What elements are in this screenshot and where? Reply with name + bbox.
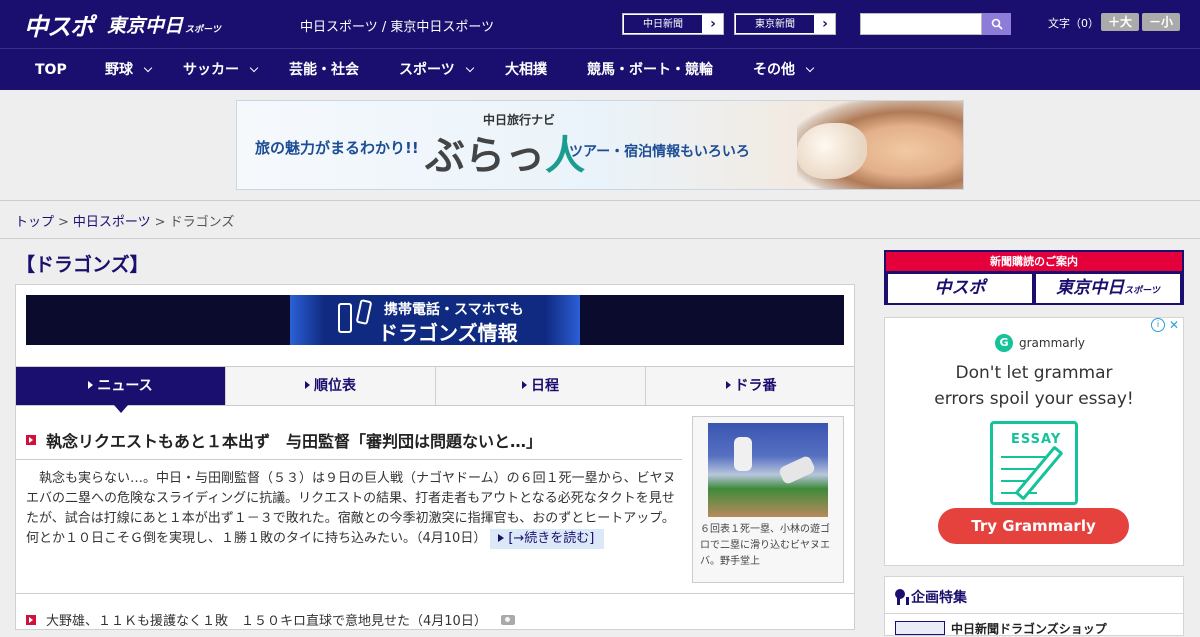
- tab-news[interactable]: ニュース: [16, 367, 226, 413]
- tokyo-shimbun-label: 東京新聞: [735, 14, 815, 34]
- shell-image: [797, 123, 867, 179]
- article-headline[interactable]: 執念リクエストもあと１本出ず 与田監督「審判団は問題ないと…」: [26, 428, 542, 452]
- read-more-link[interactable]: [→続きを読む]: [490, 529, 605, 549]
- divider: [16, 593, 854, 594]
- breadcrumb-top[interactable]: トップ: [15, 215, 54, 230]
- tokyo-shimbun-link[interactable]: 東京新聞 ›: [734, 13, 836, 35]
- page-title: 【ドラゴンズ】: [16, 254, 149, 276]
- article-link[interactable]: 大野雄、１１Ｋも援護なく１敗 １５０キロ直球で意地見せた（4月10日）: [26, 610, 515, 629]
- divider: [885, 613, 1183, 614]
- bullet-arrow-icon: [26, 435, 36, 445]
- banner-area: 旅の魅力がまるわかり!! 中日旅行ナビ ぶらっ人 ツアー・宿泊情報もいろいろ: [0, 90, 1200, 201]
- section-tabs: ニュース 順位表 日程 ドラ番: [16, 366, 856, 413]
- grammarly-icon: G: [995, 334, 1013, 352]
- font-size-label: 文字（0）: [1048, 17, 1099, 30]
- subscription-heading: 新聞購読のご案内: [886, 252, 1182, 271]
- chevron-right-icon: ›: [822, 16, 828, 32]
- grammarly-ad[interactable]: i ✕ G grammarly Don't let grammar errors…: [884, 317, 1184, 566]
- site-logo[interactable]: 中スポ 東京中日 スポーツ: [24, 8, 221, 41]
- banner-main-text: ぶらっ人: [425, 132, 585, 179]
- nav-item-other[interactable]: その他: [753, 49, 815, 91]
- search-button[interactable]: [982, 13, 1011, 35]
- photo-caption: ６回表１死一塁、小林の遊ゴロで二塁に滑り込むビヤヌエバ。野手堂上: [700, 524, 830, 567]
- nav-item-baseball[interactable]: 野球: [105, 49, 153, 91]
- breadcrumb-chunichi-sports[interactable]: 中日スポーツ: [73, 215, 151, 230]
- site-title: 中日スポーツ / 東京中日スポーツ: [300, 20, 495, 35]
- mobile-phone-icon: [355, 299, 373, 325]
- triangle-right-icon: [522, 381, 527, 389]
- chunichi-shimbun-label: 中日新聞: [623, 14, 703, 34]
- nav-item-sumo[interactable]: 大相撲: [505, 49, 547, 91]
- triangle-right-icon: [88, 381, 94, 389]
- tab-standings[interactable]: 順位表: [226, 367, 436, 405]
- search-icon: [991, 18, 1003, 30]
- main-nav: TOP 野球 サッカー 芸能・社会 スポーツ 大相撲 競馬・ボート・競輪 その他: [0, 48, 1200, 90]
- smartphone-icon: [338, 303, 352, 333]
- ad-info-icon[interactable]: i: [1151, 318, 1165, 332]
- font-larger-button[interactable]: ＋大: [1101, 13, 1139, 31]
- feature-heading: 企画特集: [895, 587, 967, 607]
- chunichi-shimbun-link[interactable]: 中日新聞 ›: [622, 13, 724, 35]
- banner-left-text: 旅の魅力がまるわかり!!: [255, 139, 419, 157]
- chevron-down-icon: [249, 63, 259, 73]
- travel-navi-banner[interactable]: 旅の魅力がまるわかり!! 中日旅行ナビ ぶらっ人 ツアー・宿泊情報もいろいろ: [236, 100, 964, 190]
- camera-icon: [500, 614, 515, 625]
- divider: [0, 238, 1200, 239]
- feature-section: 企画特集 中日新聞ドラゴンズショップ: [884, 576, 1184, 636]
- dragons-shop-thumbnail[interactable]: [895, 621, 945, 635]
- nav-item-top[interactable]: TOP: [35, 49, 67, 91]
- main-content: 携帯電話・スマホでも ドラゴンズ情報 ニュース 順位表 日程 ドラ番 執念リクエ…: [15, 284, 855, 630]
- chevron-down-icon: [465, 63, 474, 73]
- nav-item-racing[interactable]: 競馬・ボート・競輪: [587, 49, 713, 91]
- essay-document-icon: ESSAY: [990, 421, 1078, 505]
- triangle-right-icon: [725, 381, 731, 389]
- font-smaller-button[interactable]: －小: [1142, 13, 1180, 31]
- grammarly-logo: G grammarly: [995, 334, 1085, 352]
- nav-item-soccer[interactable]: サッカー: [183, 49, 259, 91]
- subscribe-chuspo-button[interactable]: 中スポ: [888, 274, 1032, 303]
- mobile-banner-line1: 携帯電話・スマホでも: [384, 302, 524, 318]
- top-header: 中スポ 東京中日 スポーツ 中日スポーツ / 東京中日スポーツ 中日新聞 › 東京…: [0, 0, 1200, 48]
- breadcrumb: トップ > 中日スポーツ > ドラゴンズ: [15, 215, 235, 230]
- nav-item-entertainment[interactable]: 芸能・社会: [289, 49, 359, 91]
- chevron-down-icon: [805, 63, 815, 73]
- triangle-right-icon: [498, 534, 505, 542]
- close-icon[interactable]: ✕: [1167, 318, 1181, 332]
- chevron-right-icon: ›: [710, 16, 716, 32]
- article-summary: 執念も実らない…。中日・与田剛監督（５３）は９日の巨人戦（ナゴヤドーム）の６回１…: [26, 469, 678, 549]
- breadcrumb-current: ドラゴンズ: [169, 215, 235, 230]
- article-photo[interactable]: ６回表１死一塁、小林の遊ゴロで二塁に滑り込むビヤヌエバ。野手堂上: [692, 416, 844, 583]
- try-grammarly-button[interactable]: Try Grammarly: [938, 508, 1129, 544]
- banner-right-text: ツアー・宿泊情報もいろいろ: [569, 144, 750, 160]
- triangle-right-icon: [305, 381, 310, 389]
- mobile-banner-line2: ドラゴンズ情報: [378, 321, 518, 345]
- subscription-box: 新聞購読のご案内 中スポ 東京中日スポーツ: [884, 250, 1184, 305]
- subscribe-tokyo-chunichi-button[interactable]: 東京中日スポーツ: [1036, 274, 1180, 303]
- logo-chuspo: 中スポ: [24, 12, 94, 41]
- bullet-arrow-icon: [26, 614, 36, 625]
- divider: [16, 459, 682, 460]
- mobile-info-banner[interactable]: 携帯電話・スマホでも ドラゴンズ情報: [26, 295, 844, 345]
- tab-schedule[interactable]: 日程: [436, 367, 646, 405]
- ad-headline: Don't let grammar errors spoil your essa…: [934, 363, 1134, 409]
- tab-doraban[interactable]: ドラ番: [646, 367, 856, 405]
- feature-item-dragons-shop[interactable]: 中日新聞ドラゴンズショップ: [951, 620, 1107, 637]
- logo-tokyo-chunichi: 東京中日 スポーツ: [107, 14, 221, 37]
- search-input[interactable]: [860, 13, 982, 35]
- chevron-down-icon: [143, 63, 153, 73]
- ribbon-badge-icon: [895, 589, 909, 605]
- baseball-slide-photo: [708, 423, 828, 517]
- nav-item-sports[interactable]: スポーツ: [399, 49, 474, 91]
